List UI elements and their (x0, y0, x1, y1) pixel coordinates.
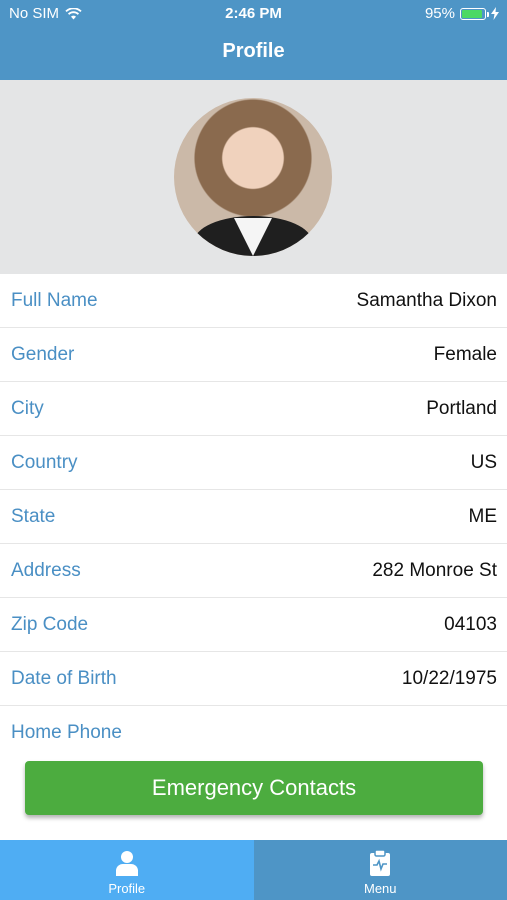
field-value: ME (468, 505, 498, 527)
charging-bolt-icon (491, 7, 499, 20)
field-label: City (11, 397, 44, 419)
profile-header (0, 80, 507, 274)
field-row[interactable]: Country US (0, 436, 507, 490)
battery-percent: 95% (424, 5, 455, 22)
field-label: Country (11, 451, 78, 473)
field-row[interactable]: Gender Female (0, 328, 507, 382)
field-label: Home Phone (11, 721, 122, 739)
field-row[interactable]: Zip Code 04103 (0, 598, 507, 652)
status-battery: 95% (425, 5, 499, 22)
tab-menu-label: Menu (363, 881, 397, 896)
field-row[interactable]: Full Name Samantha Dixon (0, 274, 507, 328)
field-value: 282 Monroe St (372, 559, 497, 581)
field-value: US (470, 451, 497, 473)
field-label: Date of Birth (11, 667, 117, 689)
field-row[interactable]: Home Phone (0, 706, 507, 739)
tab-profile[interactable]: Profile (0, 840, 254, 900)
person-icon (115, 851, 138, 876)
field-value: Samantha Dixon (356, 289, 497, 311)
battery-icon (460, 7, 489, 20)
field-value: 04103 (444, 613, 497, 635)
field-label: Address (11, 559, 81, 581)
field-row[interactable]: Address 282 Monroe St (0, 544, 507, 598)
action-area: Emergency Contacts (0, 738, 507, 840)
field-value: Female (433, 343, 497, 365)
field-row[interactable]: Date of Birth 10/22/1975 (0, 652, 507, 706)
profile-fields-list[interactable]: Full Name Samantha Dixon Gender Female City P… (0, 274, 507, 738)
field-label: Full Name (11, 289, 98, 311)
field-label: State (11, 505, 56, 527)
avatar[interactable] (174, 98, 332, 256)
field-label: Gender (11, 343, 75, 365)
field-value: Portland (426, 397, 497, 419)
tab-menu[interactable]: Menu (253, 840, 507, 900)
page-title: Profile (222, 40, 285, 62)
tab-bar: Profile Menu (0, 840, 507, 900)
field-row[interactable]: City Portland (0, 382, 507, 436)
tab-profile-label: Profile (108, 881, 146, 896)
top-bar: No SIM 2:46 PM 95% Profile (0, 0, 507, 80)
field-value: 10/22/1975 (401, 667, 497, 689)
field-row[interactable]: State ME (0, 490, 507, 544)
clipboard-icon (370, 850, 391, 876)
emergency-contacts-button[interactable]: Emergency Contacts (25, 761, 483, 815)
field-label: Zip Code (11, 613, 89, 635)
